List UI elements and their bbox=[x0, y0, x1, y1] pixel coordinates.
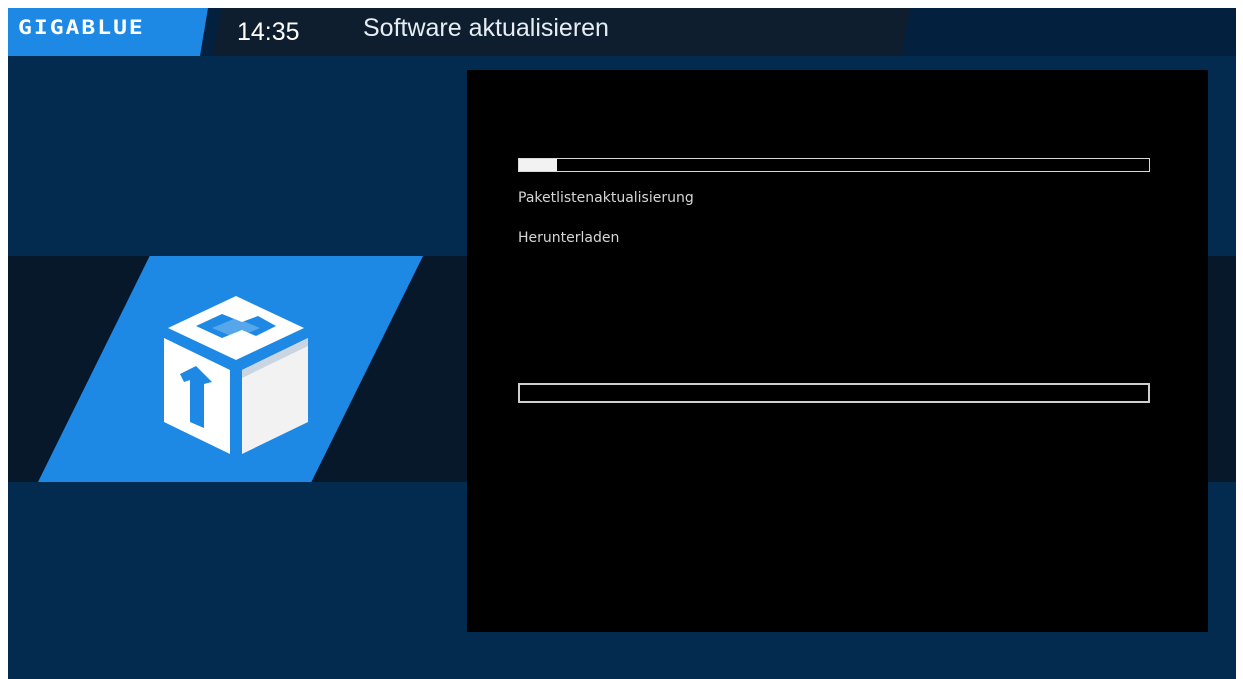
tv-screen: GIGABLUE 14:35 Software aktualisieren Pa… bbox=[8, 8, 1236, 679]
brand-logo-box: GIGABLUE bbox=[8, 8, 208, 56]
page-title: Software aktualisieren bbox=[363, 14, 609, 42]
clock: 14:35 bbox=[237, 18, 300, 46]
status-text-package-list: Paketlistenaktualisierung bbox=[518, 190, 694, 206]
status-text-download: Herunterladen bbox=[518, 230, 620, 246]
update-progress-fill bbox=[519, 159, 557, 171]
download-progress-bar bbox=[518, 383, 1150, 403]
brand-logo: GIGABLUE bbox=[18, 17, 145, 40]
software-update-package-icon bbox=[164, 296, 308, 454]
update-panel: Paketlistenaktualisierung Herunterladen bbox=[467, 70, 1208, 632]
update-progress-bar bbox=[518, 158, 1150, 172]
